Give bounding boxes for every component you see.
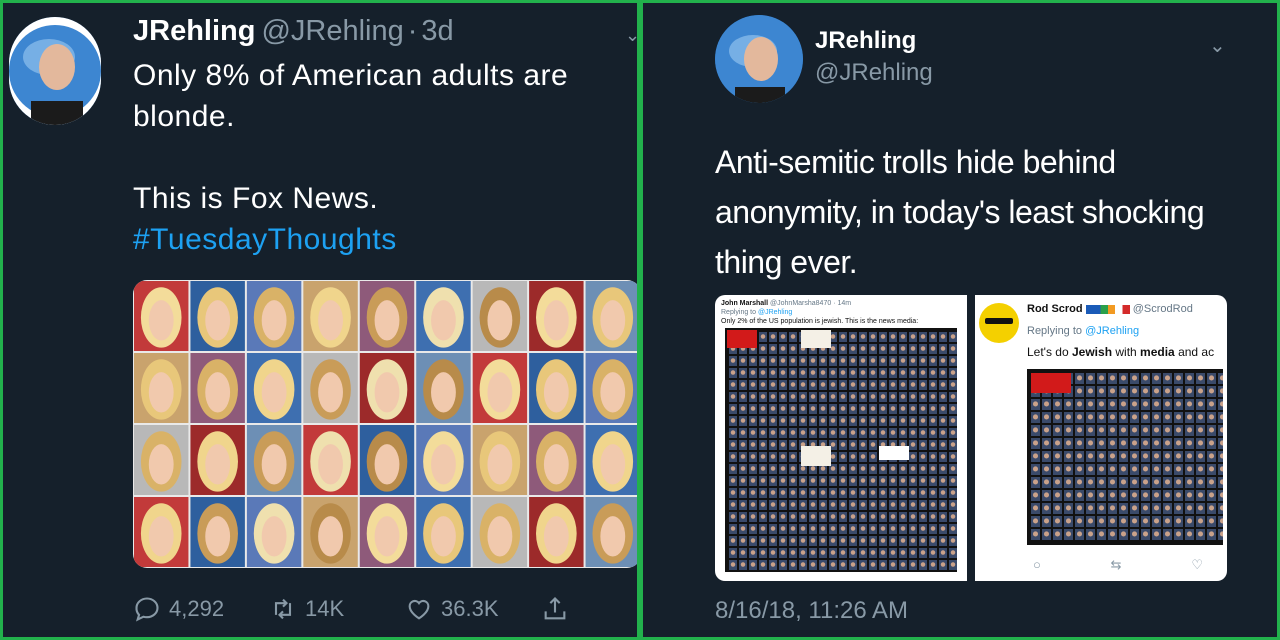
user-avatar[interactable] — [715, 15, 803, 103]
retweet-button[interactable]: 14K — [269, 595, 405, 623]
retweet-icon: ⇆ — [1110, 557, 1122, 572]
text-part: with — [1112, 345, 1141, 359]
like-count: 36.3K — [441, 596, 499, 621]
text-part: media — [1140, 345, 1175, 359]
hashtag-link[interactable]: #TuesdayThoughts — [133, 219, 633, 260]
embedded-name: Rod Scrod — [1027, 303, 1083, 315]
replying-line: Replying to @JRehling — [1027, 325, 1139, 337]
embedded-tweet-header: Rod Scrod @ScrodRod — [1027, 303, 1193, 315]
avatar — [979, 303, 1019, 343]
reply-icon: ○ — [1033, 557, 1041, 572]
tweet-text: Anti-semitic trolls hide behind anonymit… — [715, 144, 1205, 280]
reply-count: 4,292 — [169, 596, 225, 621]
reply-button[interactable]: 4,292 — [133, 595, 269, 623]
right-tweet-panel: JRehling @JRehling ⌄ Anti-semitic trolls… — [640, 0, 1280, 640]
cnn-collage-image — [1027, 369, 1223, 545]
retweet-icon — [274, 598, 292, 620]
separator-dot: · — [407, 15, 418, 47]
replying-handle: @JRehling — [1085, 325, 1140, 337]
text-part: Jewish — [1072, 345, 1113, 359]
share-button[interactable] — [541, 595, 569, 623]
tweet-text-line: Only 8% of American adults are blonde. — [133, 59, 569, 133]
like-button[interactable]: 36.3K — [405, 595, 541, 623]
tweet-text-line: This is Fox News. — [133, 182, 379, 215]
reply-icon — [135, 597, 159, 622]
embedded-text: Let's do Jewish with media and ac — [1027, 345, 1214, 359]
tweet-image-reply-2[interactable]: Rod Scrod @ScrodRod Replying to @JRehlin… — [975, 295, 1227, 581]
text-part: Let's do — [1027, 345, 1072, 359]
text-part: and ac — [1174, 345, 1215, 359]
share-icon — [544, 597, 566, 620]
left-tweet-panel: JRehling @JRehling · 3d ⌄ Only 8% of Americ… — [0, 0, 640, 640]
heart-icon: ♡ — [1191, 557, 1203, 572]
tweet-age[interactable]: 3d — [421, 15, 453, 47]
embedded-actions: ○ ⇆ ♡ — [1033, 557, 1203, 573]
embedded-name: John Marshall — [721, 300, 769, 307]
embedded-text: Only 2% of the US population is jewish. … — [721, 318, 919, 325]
embedded-handle: @ScrodRod — [1132, 303, 1193, 315]
tweet-image[interactable] — [133, 280, 637, 568]
chevron-down-icon[interactable]: ⌄ — [1209, 33, 1226, 58]
face-grid-image — [134, 281, 637, 567]
chevron-down-icon[interactable]: ⌄ — [625, 25, 637, 46]
tweet-header: JRehling @JRehling · 3d — [133, 15, 454, 48]
embedded-handle: @JohnMarsha8470 — [770, 300, 832, 307]
embedded-tweet-header: John Marshall @JohnMarsha8470 · 14m Repl… — [715, 295, 967, 326]
replying-label: Replying to — [721, 309, 757, 316]
heart-icon — [408, 599, 430, 620]
user-handle[interactable]: @JRehling — [261, 15, 403, 47]
flag-icons — [1085, 304, 1130, 314]
news-collage-image — [725, 328, 957, 572]
user-avatar[interactable] — [9, 17, 101, 125]
tweet-timestamp[interactable]: 8/16/18, 11:26 AM — [715, 597, 908, 625]
tweet-image-reply-1[interactable]: John Marshall @JohnMarsha8470 · 14m Repl… — [715, 295, 967, 581]
embedded-age: 14m — [837, 300, 852, 307]
display-name[interactable]: JRehling — [133, 15, 255, 47]
replying-handle: @JRehling — [757, 309, 793, 316]
sunglasses-icon — [985, 318, 1013, 324]
tweet-text: Only 8% of American adults are blonde. T… — [133, 55, 633, 260]
retweet-count: 14K — [305, 596, 345, 621]
user-handle[interactable]: @JRehling — [815, 59, 933, 87]
display-name[interactable]: JRehling — [815, 27, 916, 55]
tweet-actions: 4,292 14K 36.3K — [133, 593, 583, 625]
replying-label: Replying to — [1027, 325, 1083, 337]
